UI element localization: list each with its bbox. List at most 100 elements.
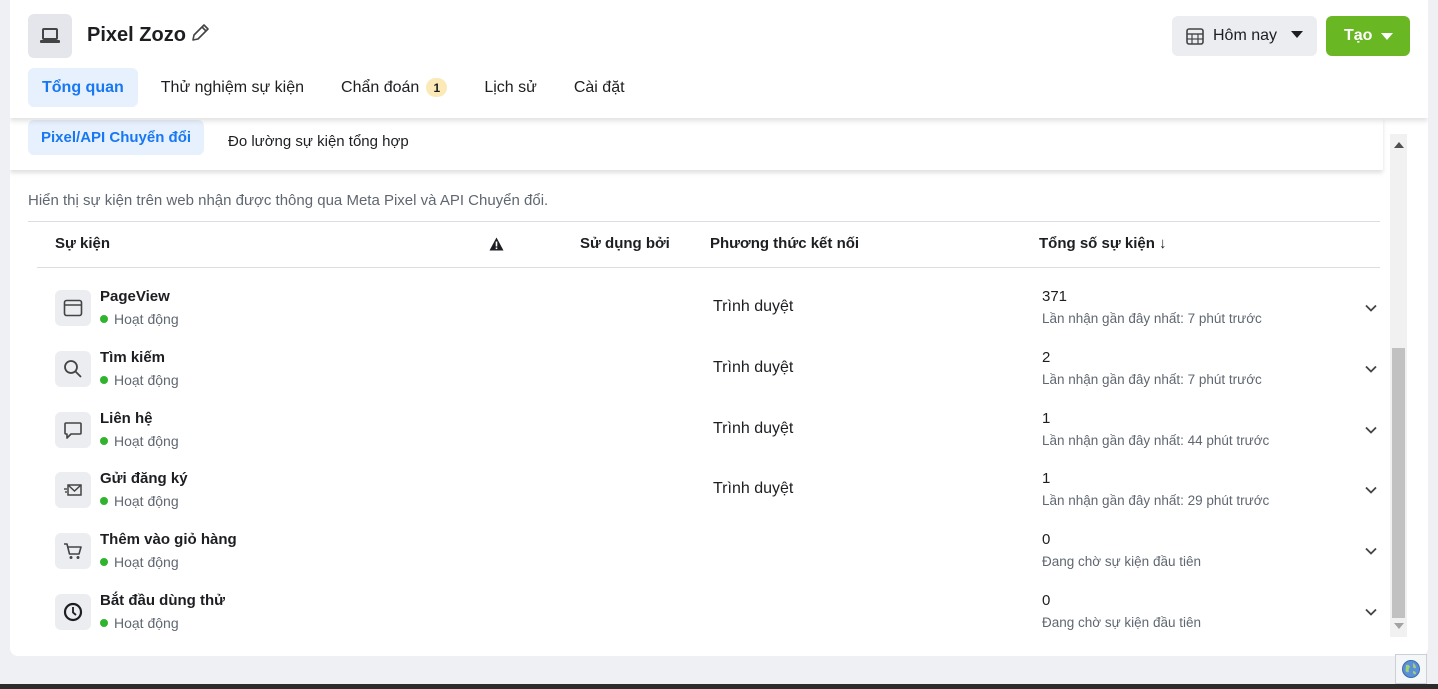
page-title: Pixel Zozo xyxy=(87,24,186,46)
date-range-label: Hôm nay xyxy=(1213,27,1278,44)
last-received: Lần nhận gần đây nhất: 7 phút trước xyxy=(1042,372,1262,387)
active-dot xyxy=(100,315,108,323)
diagnostics-badge: 1 xyxy=(426,78,448,97)
tab-label: Chẩn đoán xyxy=(341,78,420,96)
last-received: Đang chờ sự kiện đầu tiên xyxy=(1042,615,1201,630)
status-label: Hoạt động xyxy=(114,493,179,509)
last-received: Lần nhận gần đây nhất: 44 phút trước xyxy=(1042,433,1270,448)
table-row[interactable]: Bắt đầu dùng thử Hoạt động 0 Đang chờ sự… xyxy=(10,592,1390,638)
last-received: Đang chờ sự kiện đầu tiên xyxy=(1042,554,1201,569)
event-name: Thêm vào giỏ hàng xyxy=(100,531,237,548)
page-header: Pixel Zozo Hôm nay Tạo Tổng quan Thử ngh… xyxy=(10,0,1428,118)
table-row[interactable]: PageView Hoạt động Trình duyệt 371 Lần n… xyxy=(10,288,1390,348)
event-status: Hoạt động xyxy=(100,311,179,327)
event-status: Hoạt động xyxy=(100,554,179,570)
create-button-label: Tạo xyxy=(1344,27,1373,44)
status-label: Hoạt động xyxy=(114,311,179,327)
date-range-button[interactable]: Hôm nay xyxy=(1172,16,1317,56)
chevron-down-icon[interactable] xyxy=(1363,361,1379,377)
active-dot xyxy=(100,558,108,566)
cart-icon xyxy=(55,533,91,569)
chat-bubble-icon xyxy=(55,412,91,448)
tab-label: Thử nghiệm sự kiện xyxy=(160,78,305,96)
subtab-label: Pixel/API Chuyển đổi xyxy=(41,129,192,146)
events-scroll-area: Pixel/API Chuyển đổi Đo lường sự kiện tổ… xyxy=(10,118,1428,638)
tab-label: Cài đặt xyxy=(573,78,625,96)
tab-label: Tổng quan xyxy=(42,78,124,96)
subtab-aggregated-event-measurement[interactable]: Đo lường sự kiện tổng hợp xyxy=(215,124,422,159)
status-label: Hoạt động xyxy=(114,615,179,631)
event-count: 2 xyxy=(1042,349,1051,366)
send-mail-icon xyxy=(55,472,91,508)
divider xyxy=(37,267,1380,268)
tab-overview[interactable]: Tổng quan xyxy=(28,68,138,107)
last-received: Lần nhận gần đây nhất: 7 phút trước xyxy=(1042,311,1262,326)
status-label: Hoạt động xyxy=(114,433,179,449)
table-row[interactable]: Thêm vào giỏ hàng Hoạt động 0 Đang chờ s… xyxy=(10,531,1390,591)
warning-icon xyxy=(489,237,504,251)
event-status: Hoạt động xyxy=(100,493,179,509)
caret-down-icon xyxy=(1381,33,1393,40)
tab-diagnostics[interactable]: Chẩn đoán 1 xyxy=(327,68,461,107)
connection-method: Trình duyệt xyxy=(713,298,794,315)
connection-method: Trình duyệt xyxy=(713,359,794,376)
clock-icon xyxy=(55,594,91,630)
event-name: Bắt đầu dùng thử xyxy=(100,592,226,609)
event-name: Tìm kiếm xyxy=(100,349,166,366)
chevron-down-icon[interactable] xyxy=(1363,543,1379,559)
caret-down-icon xyxy=(1291,31,1303,38)
taskbar-strip xyxy=(0,684,1438,689)
events-description: Hiển thị sự kiện trên web nhận được thôn… xyxy=(28,192,549,209)
col-header-connection-method[interactable]: Phương thức kết nối xyxy=(710,235,859,252)
subtabs-bar: Pixel/API Chuyển đổi Đo lường sự kiện tổ… xyxy=(10,118,1383,170)
status-label: Hoạt động xyxy=(114,554,179,570)
subtab-pixel-capi[interactable]: Pixel/API Chuyển đổi xyxy=(28,120,205,155)
col-header-total-events[interactable]: Tổng số sự kiện ↓ xyxy=(1039,235,1167,252)
chevron-down-icon[interactable] xyxy=(1363,300,1379,316)
chevron-down-icon[interactable] xyxy=(1363,482,1379,498)
event-name: Liên hệ xyxy=(100,410,153,427)
search-icon xyxy=(55,351,91,387)
table-row[interactable]: Gửi đăng ký Hoạt động Trình duyệt 1 Lần … xyxy=(10,470,1390,530)
subtab-label: Đo lường sự kiện tổng hợp xyxy=(228,133,409,150)
scrollbar-thumb[interactable] xyxy=(1392,348,1405,618)
connection-method: Trình duyệt xyxy=(713,480,794,497)
col-header-used-by[interactable]: Sử dụng bởi xyxy=(580,235,670,252)
last-received: Lần nhận gần đây nhất: 29 phút trước xyxy=(1042,493,1270,508)
browser-icon xyxy=(55,290,91,326)
table-row[interactable]: Tìm kiếm Hoạt động Trình duyệt 2 Lần nhậ… xyxy=(10,349,1390,409)
event-count: 1 xyxy=(1042,470,1051,487)
scroll-up-arrow-icon[interactable] xyxy=(1394,142,1404,148)
event-status: Hoạt động xyxy=(100,615,179,631)
active-dot xyxy=(100,376,108,384)
event-status: Hoạt động xyxy=(100,433,179,449)
laptop-icon xyxy=(28,14,72,58)
pencil-icon[interactable] xyxy=(190,23,210,43)
table-row[interactable]: Liên hệ Hoạt động Trình duyệt 1 Lần nhận… xyxy=(10,410,1390,470)
vertical-scrollbar[interactable] xyxy=(1390,134,1407,637)
main-tabs: Tổng quan Thử nghiệm sự kiện Chẩn đoán 1 … xyxy=(28,68,648,107)
tab-test-events[interactable]: Thử nghiệm sự kiện xyxy=(147,68,318,107)
event-name: Gửi đăng ký xyxy=(100,470,188,487)
event-count: 1 xyxy=(1042,410,1051,427)
event-name: PageView xyxy=(100,288,170,305)
divider xyxy=(28,221,1380,222)
tab-history[interactable]: Lịch sử xyxy=(470,68,551,107)
active-dot xyxy=(100,497,108,505)
active-dot xyxy=(100,619,108,627)
col-header-event[interactable]: Sự kiện xyxy=(55,235,110,252)
create-button[interactable]: Tạo xyxy=(1326,16,1410,56)
tab-label: Lịch sử xyxy=(484,78,537,96)
event-count: 0 xyxy=(1042,592,1051,609)
globe-icon[interactable] xyxy=(1395,654,1427,684)
active-dot xyxy=(100,437,108,445)
tab-settings[interactable]: Cài đặt xyxy=(560,68,639,107)
event-count: 0 xyxy=(1042,531,1051,548)
chevron-down-icon[interactable] xyxy=(1363,422,1379,438)
calendar-icon xyxy=(1186,28,1204,45)
event-count: 371 xyxy=(1042,288,1068,305)
pixel-overview-card: Pixel Zozo Hôm nay Tạo Tổng quan Thử ngh… xyxy=(10,0,1428,656)
chevron-down-icon[interactable] xyxy=(1363,604,1379,620)
status-label: Hoạt động xyxy=(114,372,179,388)
scroll-down-arrow-icon[interactable] xyxy=(1394,623,1404,629)
